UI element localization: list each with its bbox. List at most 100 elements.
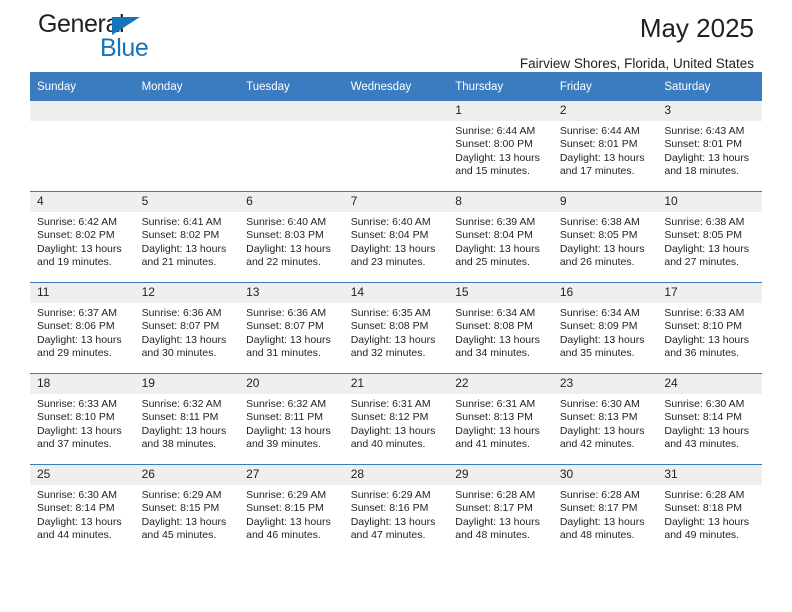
day-details: Sunrise: 6:44 AM Sunset: 8:01 PM Daylight:… — [553, 121, 658, 179]
sunset-time: Sunset: 8:01 PM — [559, 138, 638, 151]
day-number: 11 — [30, 283, 135, 303]
daylight-duration-line2: and 37 minutes. — [37, 438, 112, 451]
calendar-day-cell[interactable]: 15 Sunrise: 6:34 AM Sunset: 8:08 PM Dayligh… — [448, 282, 553, 374]
calendar-day-cell[interactable]: 2 Sunrise: 6:44 AM Sunset: 8:01 PM Daylight… — [552, 101, 658, 192]
sunrise-time: Sunrise: 6:31 AM — [350, 398, 431, 410]
sunset-time: Sunset: 8:07 PM — [246, 320, 324, 333]
daylight-duration-line2: and 15 minutes. — [455, 165, 530, 178]
calendar-day-cell[interactable]: 6 Sunrise: 6:40 AM Sunset: 8:03 PM Daylight… — [239, 191, 344, 283]
sunset-time: Sunset: 8:18 PM — [664, 502, 743, 515]
sunrise-time: Sunrise: 6:44 AM — [455, 125, 536, 137]
calendar-day-cell[interactable]: 10 Sunrise: 6:38 AM Sunset: 8:05 PM Dayligh… — [657, 191, 762, 283]
calendar-day-cell[interactable]: 1 Sunrise: 6:44 AM Sunset: 8:00 PM Daylight… — [448, 101, 553, 192]
day-number: 13 — [239, 283, 344, 303]
calendar-day-cell[interactable]: 4 Sunrise: 6:42 AM Sunset: 8:02 PM Daylight… — [30, 191, 135, 283]
calendar-day-cell[interactable]: 7 Sunrise: 6:40 AM Sunset: 8:04 PM Daylight… — [343, 191, 449, 283]
sunrise-time: Sunrise: 6:31 AM — [455, 398, 536, 410]
daylight-duration-line2: and 44 minutes. — [37, 529, 112, 542]
calendar-day-cell[interactable]: 21 Sunrise: 6:31 AM Sunset: 8:12 PM Dayligh… — [343, 373, 449, 465]
sunset-time: Sunset: 8:10 PM — [664, 320, 743, 333]
calendar-day-cell[interactable]: 31 Sunrise: 6:28 AM Sunset: 8:18 PM Dayligh… — [657, 464, 762, 555]
calendar-day-cell[interactable]: 3 Sunrise: 6:43 AM Sunset: 8:01 PM Daylight… — [657, 101, 762, 192]
day-details: Sunrise: 6:34 AM Sunset: 8:09 PM Daylight:… — [553, 303, 658, 361]
calendar-day-cell[interactable]: 13 Sunrise: 6:36 AM Sunset: 8:07 PM Dayligh… — [239, 282, 344, 374]
sunrise-time: Sunrise: 6:30 AM — [664, 398, 745, 410]
title-block: May 2025 Fairview Shores, Florida, Unite… — [520, 0, 754, 72]
calendar-day-cell[interactable]: 9 Sunrise: 6:38 AM Sunset: 8:05 PM Daylight… — [552, 191, 658, 283]
weekday-header-thursday: Thursday — [448, 72, 553, 101]
calendar-day-cell[interactable]: 8 Sunrise: 6:39 AM Sunset: 8:04 PM Daylight… — [448, 191, 553, 283]
calendar-page: General Blue May 2025 Fairview Shores, F… — [0, 0, 792, 612]
day-details: Sunrise: 6:31 AM Sunset: 8:13 PM Daylight:… — [448, 394, 553, 452]
sunset-time: Sunset: 8:03 PM — [246, 229, 324, 242]
day-number — [239, 101, 344, 121]
daylight-duration-line2: and 43 minutes. — [664, 438, 740, 451]
sunset-time: Sunset: 8:04 PM — [350, 229, 429, 242]
sunset-time: Sunset: 8:08 PM — [455, 320, 533, 333]
sunrise-time: Sunrise: 6:34 AM — [455, 307, 536, 319]
daylight-duration-line1: Daylight: 13 hours — [664, 424, 750, 437]
day-details: Sunrise: 6:28 AM Sunset: 8:17 PM Daylight:… — [448, 485, 553, 543]
day-details: Sunrise: 6:32 AM Sunset: 8:11 PM Daylight:… — [135, 394, 240, 452]
sunset-time: Sunset: 8:13 PM — [455, 411, 533, 424]
daylight-duration-line1: Daylight: 13 hours — [664, 242, 750, 255]
calendar-day-cell[interactable]: 22 Sunrise: 6:31 AM Sunset: 8:13 PM Dayligh… — [448, 373, 553, 465]
sunset-time: Sunset: 8:14 PM — [37, 502, 115, 515]
daylight-duration-line2: and 42 minutes. — [559, 438, 635, 451]
sunrise-time: Sunrise: 6:28 AM — [455, 489, 536, 501]
calendar-week-row: 4 Sunrise: 6:42 AM Sunset: 8:02 PM Daylight… — [30, 191, 762, 283]
day-number: 23 — [552, 374, 658, 394]
sunrise-time: Sunrise: 6:30 AM — [37, 489, 117, 501]
sunrise-time: Sunrise: 6:30 AM — [559, 398, 640, 410]
daylight-duration-line1: Daylight: 13 hours — [141, 515, 227, 528]
day-number: 18 — [30, 374, 135, 394]
weekday-header-monday: Monday — [134, 72, 240, 101]
daylight-duration-line1: Daylight: 13 hours — [559, 333, 645, 346]
calendar-day-cell[interactable]: 30 Sunrise: 6:28 AM Sunset: 8:17 PM Dayligh… — [552, 464, 658, 555]
calendar-day-cell[interactable]: 17 Sunrise: 6:33 AM Sunset: 8:10 PM Dayligh… — [657, 282, 762, 374]
daylight-duration-line2: and 36 minutes. — [664, 347, 740, 360]
daylight-duration-line1: Daylight: 13 hours — [246, 424, 331, 437]
daylight-duration-line1: Daylight: 13 hours — [37, 515, 122, 528]
sunrise-time: Sunrise: 6:39 AM — [455, 216, 536, 228]
calendar-day-cell[interactable]: 5 Sunrise: 6:41 AM Sunset: 8:02 PM Daylight… — [134, 191, 240, 283]
daylight-duration-line2: and 38 minutes. — [141, 438, 217, 451]
daylight-duration-line1: Daylight: 13 hours — [455, 424, 540, 437]
weekday-header-wednesday: Wednesday — [343, 72, 449, 101]
calendar-day-cell[interactable]: 14 Sunrise: 6:35 AM Sunset: 8:08 PM Dayligh… — [343, 282, 449, 374]
calendar-day-cell[interactable]: 28 Sunrise: 6:29 AM Sunset: 8:16 PM Dayligh… — [343, 464, 449, 555]
calendar-day-cell[interactable]: 12 Sunrise: 6:36 AM Sunset: 8:07 PM Dayligh… — [134, 282, 240, 374]
sunrise-time: Sunrise: 6:29 AM — [141, 489, 222, 501]
calendar-empty-cell — [343, 101, 449, 192]
calendar-day-cell[interactable]: 16 Sunrise: 6:34 AM Sunset: 8:09 PM Dayligh… — [552, 282, 658, 374]
calendar-day-cell[interactable]: 20 Sunrise: 6:32 AM Sunset: 8:11 PM Dayligh… — [239, 373, 344, 465]
calendar-day-cell[interactable]: 11 Sunrise: 6:37 AM Sunset: 8:06 PM Dayligh… — [30, 282, 135, 374]
sunset-time: Sunset: 8:04 PM — [455, 229, 533, 242]
calendar-day-cell[interactable]: 29 Sunrise: 6:28 AM Sunset: 8:17 PM Dayligh… — [448, 464, 553, 555]
daylight-duration-line1: Daylight: 13 hours — [246, 515, 331, 528]
calendar-day-cell[interactable]: 24 Sunrise: 6:30 AM Sunset: 8:14 PM Dayligh… — [657, 373, 762, 465]
general-blue-logo[interactable]: General Blue — [38, 12, 278, 70]
daylight-duration-line2: and 30 minutes. — [141, 347, 217, 360]
day-details: Sunrise: 6:42 AM Sunset: 8:02 PM Daylight:… — [30, 212, 135, 270]
daylight-duration-line2: and 31 minutes. — [246, 347, 321, 360]
sunrise-time: Sunrise: 6:38 AM — [664, 216, 745, 228]
daylight-duration-line1: Daylight: 13 hours — [559, 242, 645, 255]
day-details: Sunrise: 6:43 AM Sunset: 8:01 PM Daylight:… — [657, 121, 762, 179]
calendar-day-cell[interactable]: 23 Sunrise: 6:30 AM Sunset: 8:13 PM Dayligh… — [552, 373, 658, 465]
calendar-day-cell[interactable]: 25 Sunrise: 6:30 AM Sunset: 8:14 PM Dayligh… — [30, 464, 135, 555]
calendar-day-cell[interactable]: 19 Sunrise: 6:32 AM Sunset: 8:11 PM Dayligh… — [134, 373, 240, 465]
sunrise-time: Sunrise: 6:29 AM — [350, 489, 431, 501]
calendar-day-cell[interactable]: 18 Sunrise: 6:33 AM Sunset: 8:10 PM Dayligh… — [30, 373, 135, 465]
day-number: 20 — [239, 374, 344, 394]
daylight-duration-line2: and 26 minutes. — [559, 256, 635, 269]
calendar-day-cell[interactable]: 26 Sunrise: 6:29 AM Sunset: 8:15 PM Dayligh… — [134, 464, 240, 555]
daylight-duration-line1: Daylight: 13 hours — [664, 515, 750, 528]
day-number — [343, 101, 449, 121]
sunset-time: Sunset: 8:09 PM — [559, 320, 638, 333]
day-details: Sunrise: 6:29 AM Sunset: 8:15 PM Daylight:… — [135, 485, 240, 543]
logo-text-blue: Blue — [100, 34, 149, 62]
calendar-day-cell[interactable]: 27 Sunrise: 6:29 AM Sunset: 8:15 PM Dayligh… — [239, 464, 344, 555]
daylight-duration-line2: and 19 minutes. — [37, 256, 112, 269]
weekday-header-row: Sunday Monday Tuesday Wednesday Thursday… — [30, 72, 762, 101]
